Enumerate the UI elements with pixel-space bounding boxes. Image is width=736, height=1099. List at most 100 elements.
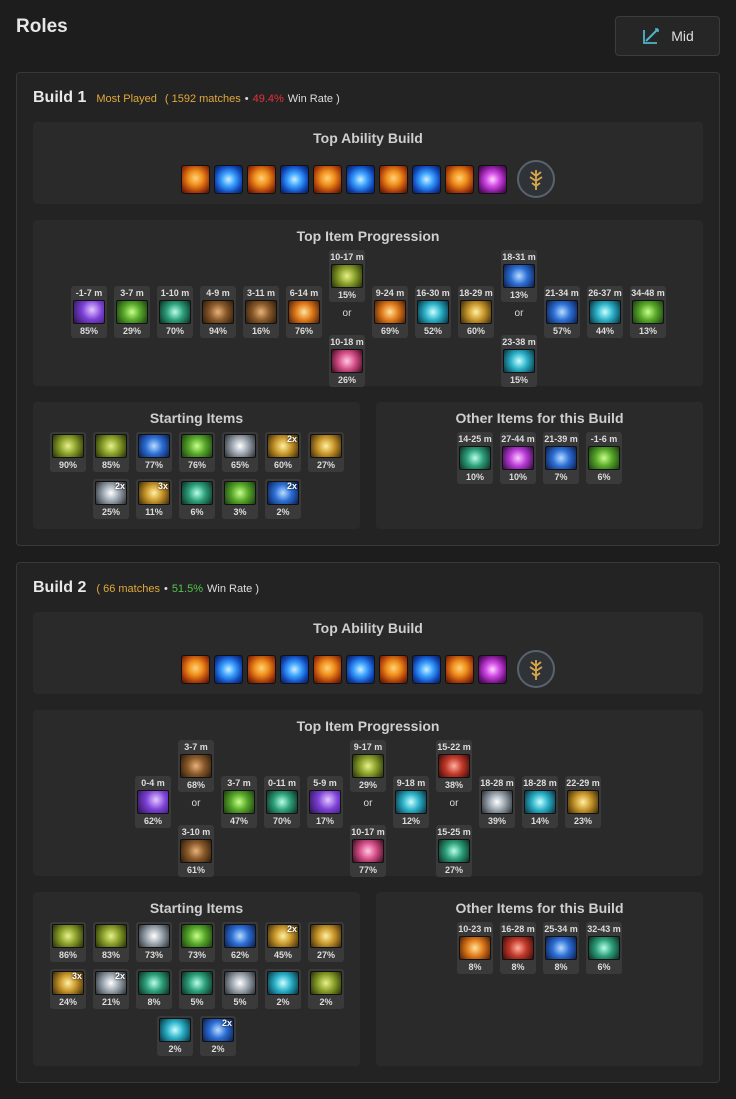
item-tile[interactable]: 3% [222, 479, 258, 519]
item-tile[interactable]: 25-34 m 8% [543, 922, 579, 974]
green-item-icon [181, 924, 213, 948]
item-tile[interactable]: 9-18 m 12% [393, 776, 429, 828]
item-tile[interactable]: 10-17 m 15% [329, 250, 365, 302]
item-tile[interactable]: 2x 2% [200, 1016, 236, 1056]
item-tile[interactable]: 3x 24% [50, 969, 86, 1009]
item-tile[interactable]: 3-7 m 68% [178, 740, 214, 792]
item-tile[interactable]: 23-38 m 15% [501, 335, 537, 387]
item-tile[interactable]: 5% [222, 969, 258, 1009]
item-tile[interactable]: 76% [179, 432, 215, 472]
item-pick-rate: 15% [509, 375, 528, 385]
item-time: 16-28 m [501, 924, 535, 934]
blue-item-icon [138, 434, 170, 458]
talent-tree-icon[interactable] [517, 650, 555, 688]
item-tile[interactable]: 2x 45% [265, 922, 301, 962]
build-matches: 1592 matches [171, 93, 241, 105]
item-tile[interactable]: 86% [50, 922, 86, 962]
item-tile[interactable]: 27% [308, 922, 344, 962]
item-time: 21-34 m [545, 288, 579, 298]
item-tile[interactable]: -1-6 m 6% [586, 432, 622, 484]
or-label: or [342, 308, 352, 319]
orange-item-icon [374, 300, 406, 324]
item-pick-rate: 27% [316, 950, 335, 960]
item-tile[interactable]: 3-11 m 16% [243, 286, 279, 338]
item-pick-rate: 52% [423, 326, 442, 336]
item-tile[interactable]: 62% [222, 922, 258, 962]
item-tile[interactable]: 77% [136, 432, 172, 472]
green-item-icon [588, 446, 620, 470]
item-tile[interactable]: 3x 11% [136, 479, 172, 519]
item-time: 26-37 m [588, 288, 622, 298]
item-tile[interactable]: 83% [93, 922, 129, 962]
item-pick-rate: 12% [401, 816, 420, 826]
item-tile[interactable]: 18-28 m 39% [479, 776, 515, 828]
item-tile[interactable]: 15-25 m 27% [436, 825, 472, 877]
build-winrate: 49.4% [252, 93, 284, 105]
item-tile[interactable]: 18-29 m 60% [458, 286, 494, 338]
item-tile[interactable]: 2x 60% [265, 432, 301, 472]
item-tile[interactable]: 1-10 m 70% [157, 286, 193, 338]
item-tile[interactable]: 4-9 m 94% [200, 286, 236, 338]
item-time: 1-10 m [160, 288, 190, 298]
item-tile[interactable]: 2x 21% [93, 969, 129, 1009]
item-pick-rate: 86% [58, 950, 77, 960]
item-tile[interactable]: 6-14 m 76% [286, 286, 322, 338]
olive-item-icon [310, 971, 342, 995]
item-tile[interactable]: 10-18 m 26% [329, 335, 365, 387]
item-tile[interactable]: 16-30 m 52% [415, 286, 451, 338]
or-label: or [449, 798, 459, 809]
item-tile[interactable]: 0-4 m 62% [135, 776, 171, 828]
item-tile[interactable]: 3-7 m 47% [221, 776, 257, 828]
item-count: 2x [114, 971, 125, 981]
item-tile[interactable]: 26-37 m 44% [587, 286, 623, 338]
item-tile[interactable]: 3-10 m 61% [178, 825, 214, 877]
role-button[interactable]: Mid [615, 16, 720, 56]
gold-item-icon: 2x [267, 924, 299, 948]
item-tile[interactable]: 22-29 m 23% [565, 776, 601, 828]
item-tile[interactable]: 9-24 m 69% [372, 286, 408, 338]
talent-tree-icon[interactable] [517, 160, 555, 198]
item-tile[interactable]: 0-11 m 70% [264, 776, 300, 828]
item-tile[interactable]: 65% [222, 432, 258, 472]
item-tile[interactable]: 2% [308, 969, 344, 1009]
item-tile[interactable]: 6% [179, 479, 215, 519]
item-pick-rate: 5% [190, 997, 204, 1007]
item-tile[interactable]: 18-31 m 13% [501, 250, 537, 302]
cyan-item-icon [524, 790, 556, 814]
item-tile[interactable]: 90% [50, 432, 86, 472]
ability-build-panel: Top Ability Build [33, 612, 703, 694]
item-tile[interactable]: 10-17 m 77% [350, 825, 386, 877]
item-time: 0-11 m [267, 778, 297, 788]
fire-ability-icon [313, 164, 342, 194]
item-tile[interactable]: 18-28 m 14% [522, 776, 558, 828]
item-tile[interactable]: 16-28 m 8% [500, 922, 536, 974]
item-tile[interactable]: -1-7 m 85% [71, 286, 107, 338]
item-tile[interactable]: 21-34 m 57% [544, 286, 580, 338]
item-tile[interactable]: 5% [179, 969, 215, 1009]
item-tile[interactable]: 9-17 m 29% [350, 740, 386, 792]
item-tile[interactable]: 73% [179, 922, 215, 962]
item-tile[interactable]: 27-44 m 10% [500, 432, 536, 484]
item-tile[interactable]: 32-43 m 6% [586, 922, 622, 974]
item-tile[interactable]: 10-23 m 8% [457, 922, 493, 974]
item-tile[interactable]: 5-9 m 17% [307, 776, 343, 828]
blue-item-icon [545, 446, 577, 470]
item-tile[interactable]: 27% [308, 432, 344, 472]
item-tile[interactable]: 73% [136, 922, 172, 962]
item-tile[interactable]: 2% [157, 1016, 193, 1056]
item-tile[interactable]: 15-22 m 38% [436, 740, 472, 792]
item-tile[interactable]: 21-39 m 7% [543, 432, 579, 484]
item-tile[interactable]: 8% [136, 969, 172, 1009]
item-tile[interactable]: 85% [93, 432, 129, 472]
item-pick-rate: 65% [230, 460, 249, 470]
item-tile[interactable]: 2x 25% [93, 479, 129, 519]
item-tile[interactable]: 2% [265, 969, 301, 1009]
item-tile[interactable]: 34-48 m 13% [630, 286, 666, 338]
item-time: 3-7 m [120, 288, 144, 298]
or-label: or [363, 798, 373, 809]
item-tile[interactable]: 2x 2% [265, 479, 301, 519]
item-time: 27-44 m [501, 434, 535, 444]
cyan-item-icon [395, 790, 427, 814]
item-tile[interactable]: 3-7 m 29% [114, 286, 150, 338]
item-tile[interactable]: 14-25 m 10% [457, 432, 493, 484]
